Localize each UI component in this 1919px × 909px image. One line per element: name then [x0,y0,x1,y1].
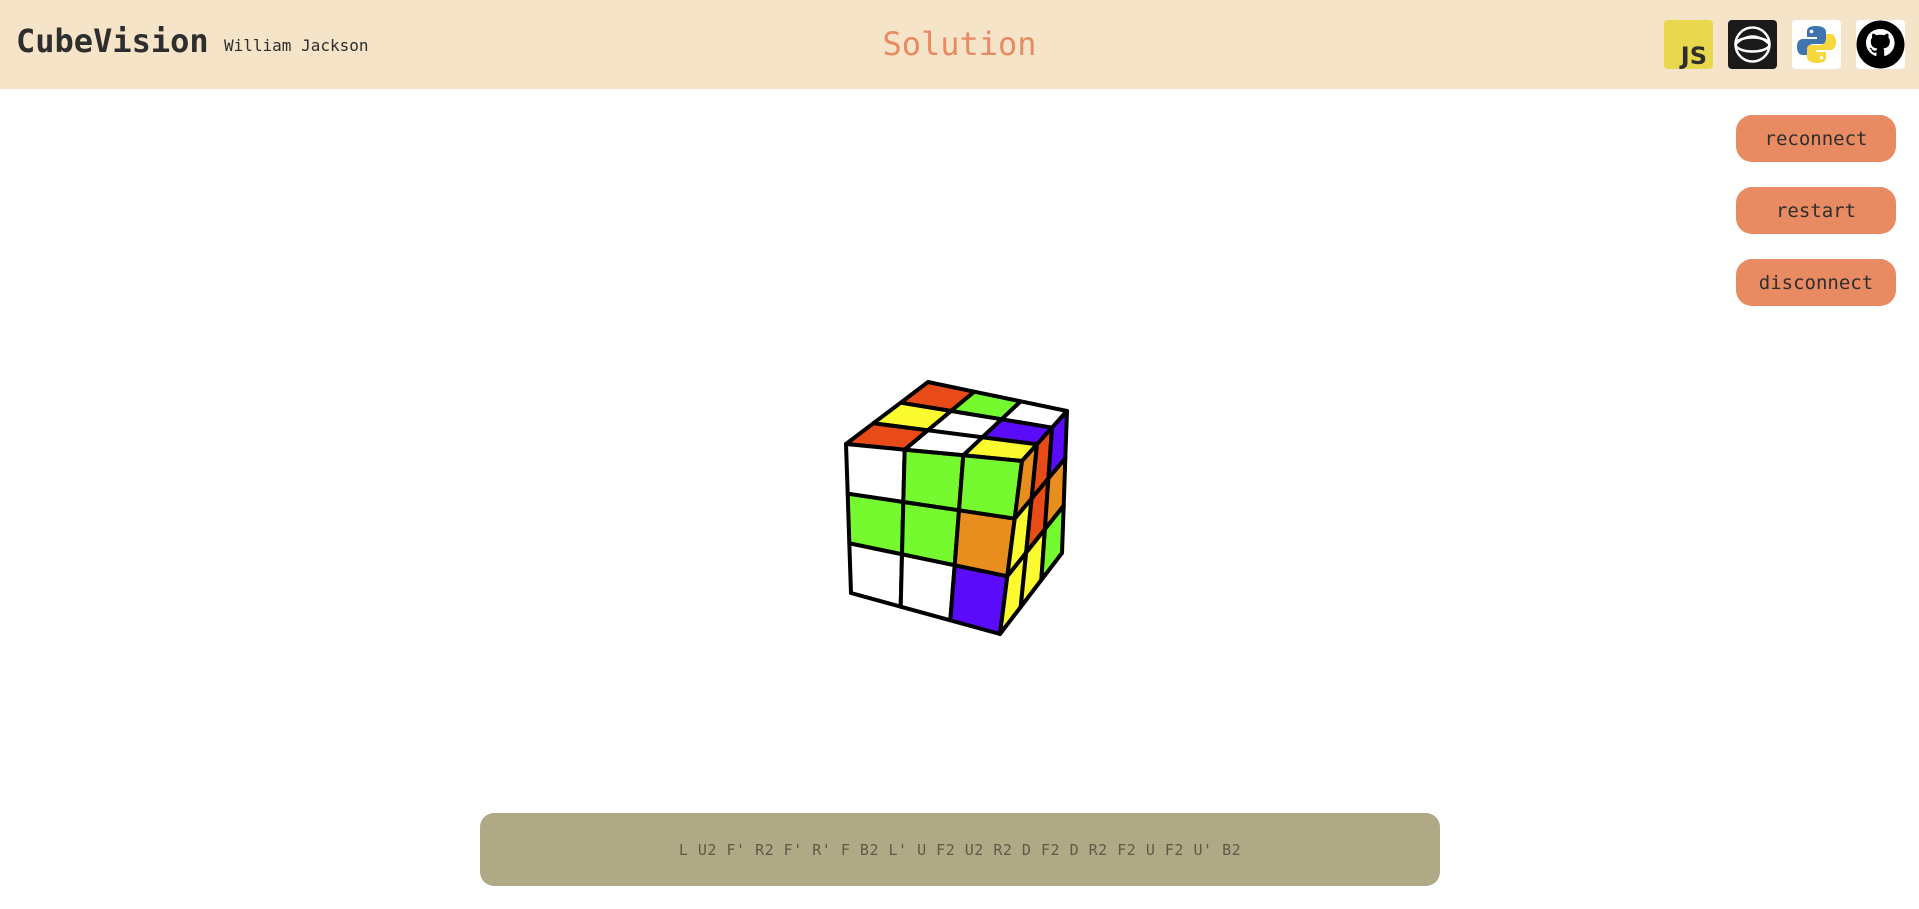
python-icon[interactable] [1792,20,1841,69]
front-face-sticker [898,552,957,623]
disconnect-button[interactable]: disconnect [1736,259,1896,306]
threejs-icon[interactable] [1728,20,1777,69]
javascript-icon-label: JS [1679,42,1707,69]
solution-moves: L U2 F' R2 F' R' F B2 L' U F2 U2 R2 D F2… [678,840,1242,859]
github-icon[interactable] [1856,20,1905,69]
javascript-icon[interactable]: JS [1664,20,1713,69]
front-face-sticker [847,541,904,609]
rubiks-cube[interactable] [840,376,1080,642]
cube-viewer[interactable] [840,376,1080,646]
reconnect-button[interactable]: reconnect [1736,115,1896,162]
solution-panel: L U2 F' R2 F' R' F B2 L' U F2 U2 R2 D F2… [480,813,1440,886]
front-face-sticker [901,447,966,513]
top-header: CubeVision William Jackson Solution JS [0,0,1919,89]
front-face-sticker [948,563,1010,636]
restart-button[interactable]: restart [1736,187,1896,234]
front-face-sticker [957,453,1024,521]
page-title: Solution [882,25,1037,63]
